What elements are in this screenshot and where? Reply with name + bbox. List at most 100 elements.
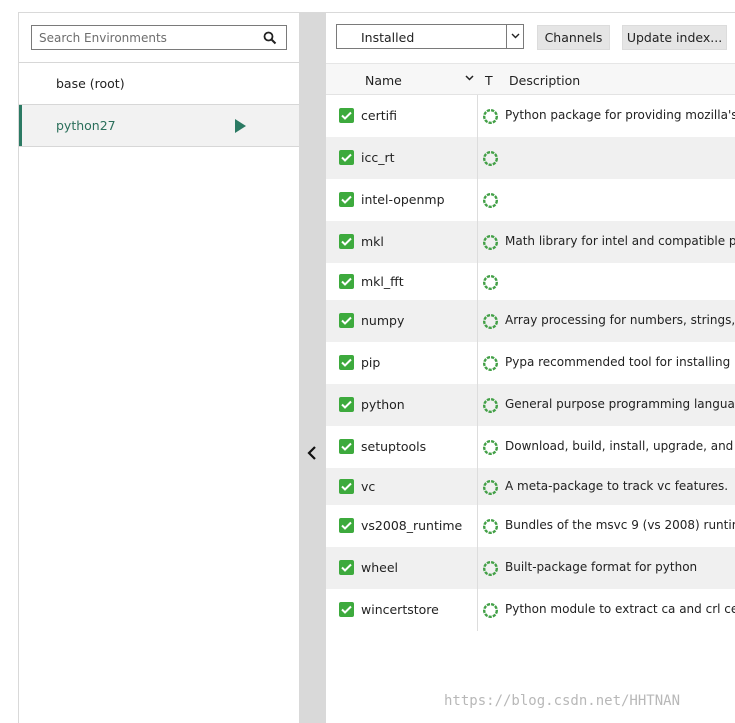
channels-button[interactable]: Channels (537, 25, 610, 50)
table-row[interactable]: python General purpose programming langua… (326, 384, 735, 426)
python-package-type-icon (482, 274, 499, 291)
python-package-type-icon (482, 560, 499, 577)
package-description: Array processing for numbers, strings, r… (505, 313, 735, 327)
panel-splitter[interactable] (299, 12, 326, 723)
column-header-description[interactable]: Description (509, 73, 580, 88)
installed-checkbox[interactable] (339, 602, 354, 617)
package-name: intel-openmp (361, 192, 445, 207)
installed-checkbox[interactable] (339, 355, 354, 370)
installed-checkbox[interactable] (339, 560, 354, 575)
chevron-left-icon[interactable] (306, 444, 318, 462)
python-package-type-icon (482, 150, 499, 167)
column-divider (477, 300, 478, 342)
python-package-type-icon (482, 108, 499, 125)
column-divider (477, 505, 478, 547)
package-name: pip (361, 355, 381, 370)
app-window: base (root) python27 Installed Channels (0, 0, 735, 723)
sort-chevron-icon[interactable] (465, 75, 474, 81)
package-description: Math library for intel and compatible pr… (505, 234, 735, 248)
installed-checkbox[interactable] (339, 234, 354, 249)
check-icon (341, 605, 352, 614)
table-row[interactable]: wheel Built-package format for python (326, 547, 735, 589)
package-description: Bundles of the msvc 9 (vs 2008) runtime (505, 518, 735, 532)
installed-checkbox[interactable] (339, 313, 354, 328)
python-package-type-icon (482, 355, 499, 372)
column-divider (477, 95, 478, 137)
column-divider (477, 468, 478, 505)
installed-checkbox[interactable] (339, 274, 354, 289)
table-row[interactable]: wincertstore Python module to extract ca … (326, 589, 735, 631)
python-package-type-icon (482, 234, 499, 251)
package-description: Pypa recommended tool for installing pyt (505, 355, 735, 369)
table-row[interactable]: intel-openmp (326, 179, 735, 221)
update-index-button-label: Update index... (626, 30, 723, 45)
table-row[interactable]: mkl Math library for intel and compatible… (326, 221, 735, 263)
table-row[interactable]: mkl_fft (326, 263, 735, 300)
env-item-label: base (root) (56, 76, 125, 91)
package-name: vs2008_runtime (361, 518, 463, 533)
table-row[interactable]: vc A meta-package to track vc features. (326, 468, 735, 505)
package-name: wincertstore (361, 602, 439, 617)
column-divider (477, 179, 478, 221)
python-package-type-icon (482, 439, 499, 456)
check-icon (341, 358, 352, 367)
installed-checkbox[interactable] (339, 439, 354, 454)
dropdown-button[interactable] (506, 25, 523, 48)
package-description: General purpose programming language (505, 397, 735, 411)
package-name: certifi (361, 108, 397, 123)
package-description: Python module to extract ca and crl cert (505, 602, 735, 616)
check-icon (341, 400, 352, 409)
table-row[interactable]: numpy Array processing for numbers, strin… (326, 300, 735, 342)
package-description: Built-package format for python (505, 560, 698, 574)
installed-checkbox[interactable] (339, 150, 354, 165)
check-icon (341, 482, 352, 491)
packages-panel: Installed Channels Update index... Name (326, 12, 735, 723)
installed-checkbox[interactable] (339, 397, 354, 412)
package-name: mkl_fft (361, 274, 404, 289)
package-name: setuptools (361, 439, 427, 454)
check-icon (341, 237, 352, 246)
package-filter-value: Installed (361, 30, 415, 45)
column-divider (477, 342, 478, 384)
installed-checkbox[interactable] (339, 518, 354, 533)
package-filter-select[interactable]: Installed (336, 24, 524, 49)
column-divider (477, 221, 478, 263)
column-header-type[interactable]: T (485, 73, 493, 88)
update-index-button[interactable]: Update index... (622, 25, 727, 50)
play-icon[interactable] (235, 119, 246, 133)
table-row[interactable]: setuptools Download, build, install, upgr… (326, 426, 735, 468)
search-icon[interactable] (263, 31, 277, 45)
packages-toolbar: Installed Channels Update index... (326, 13, 735, 63)
check-icon (341, 563, 352, 572)
check-icon (341, 195, 352, 204)
column-divider (477, 547, 478, 589)
installed-checkbox[interactable] (339, 108, 354, 123)
env-divider (19, 146, 300, 147)
python-package-type-icon (482, 397, 499, 414)
env-item-python27[interactable]: python27 (19, 105, 300, 146)
column-divider (477, 384, 478, 426)
installed-checkbox[interactable] (339, 192, 354, 207)
column-divider (477, 426, 478, 468)
search-environments-box[interactable] (31, 25, 287, 50)
table-row[interactable]: icc_rt (326, 137, 735, 179)
check-icon (341, 153, 352, 162)
installed-checkbox[interactable] (339, 479, 354, 494)
table-row[interactable]: vs2008_runtime Bundles of the msvc 9 (vs … (326, 505, 735, 547)
python-package-type-icon (482, 313, 499, 330)
env-item-label: python27 (56, 118, 116, 133)
package-description: A meta-package to track vc features. (505, 479, 729, 493)
table-row[interactable]: certifi Python package for providing mozi… (326, 95, 735, 137)
package-name: mkl (361, 234, 384, 249)
python-package-type-icon (482, 192, 499, 209)
table-row[interactable]: pip Pypa recommended tool for installing … (326, 342, 735, 384)
column-divider (477, 137, 478, 179)
env-item-base-root[interactable]: base (root) (19, 63, 300, 104)
chevron-down-icon (511, 33, 520, 39)
column-divider (477, 263, 478, 300)
table-header: Name T Description (326, 64, 735, 95)
column-header-name[interactable]: Name (365, 73, 402, 88)
channels-button-label: Channels (544, 30, 603, 45)
search-environments-input[interactable] (32, 26, 260, 49)
check-icon (341, 316, 352, 325)
